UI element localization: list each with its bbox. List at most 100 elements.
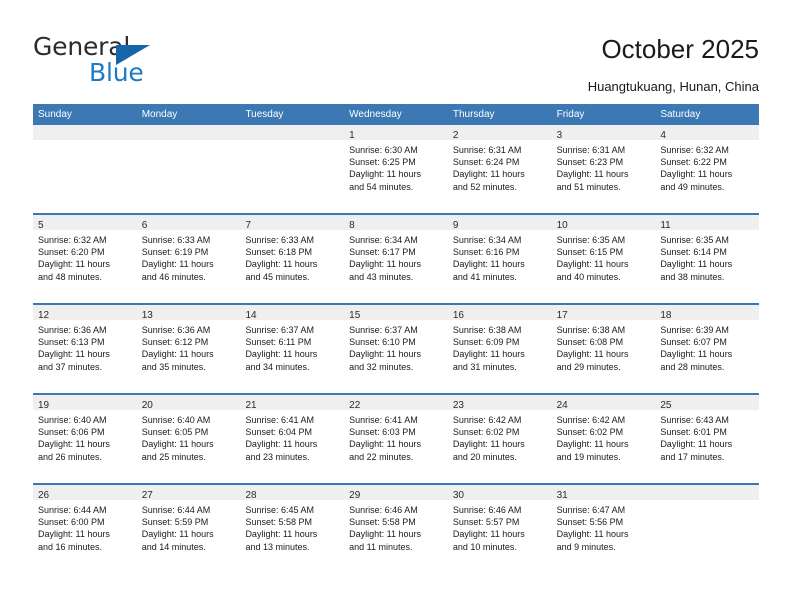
calendar-day-cell[interactable]: 24 Sunrise: 6:42 AM Sunset: 6:02 PM Dayligh…: [551, 395, 656, 483]
day-number-band: 19: [33, 395, 137, 411]
calendar-day-cell[interactable]: 12 Sunrise: 6:36 AM Sunset: 6:13 PM Dayligh…: [33, 305, 137, 393]
calendar-day-cell[interactable]: 28 Sunrise: 6:45 AM Sunset: 5:58 PM Dayligh…: [240, 485, 345, 573]
day-number: 15: [349, 310, 361, 321]
calendar-day-cell[interactable]: 11 Sunrise: 6:35 AM Sunset: 6:14 PM Dayligh…: [655, 215, 760, 303]
calendar-day-cell[interactable]: 20 Sunrise: 6:40 AM Sunset: 6:05 PM Dayligh…: [136, 395, 241, 483]
calendar-day-cell[interactable]: 18 Sunrise: 6:39 AM Sunset: 6:07 PM Dayligh…: [655, 305, 760, 393]
calendar-day-cell[interactable]: 16 Sunrise: 6:38 AM Sunset: 6:09 PM Dayligh…: [447, 305, 552, 393]
sunset-text: Sunset: 6:02 PM: [556, 427, 624, 438]
day-number-band: 23: [447, 395, 552, 411]
calendar-page: General Blue October 2025 Huangtukuang, …: [0, 0, 792, 612]
calendar-day-cell-empty: [33, 125, 137, 213]
day-number-band: [136, 125, 241, 140]
day-number: 18: [660, 310, 672, 321]
daylight-text-cont: and 49 minutes.: [660, 181, 725, 192]
sunrise-text: Sunrise: 6:33 AM: [141, 235, 211, 245]
calendar-day-cell[interactable]: 25 Sunrise: 6:43 AM Sunset: 6:01 PM Dayligh…: [655, 395, 760, 483]
day-number: 13: [141, 310, 153, 321]
calendar-day-cell[interactable]: 4 Sunrise: 6:32 AM Sunset: 6:22 PM Daylight…: [655, 125, 760, 213]
calendar-week-row: 5 Sunrise: 6:32 AM Sunset: 6:20 PM Daylight…: [33, 213, 760, 303]
calendar-day-cell[interactable]: 30 Sunrise: 6:46 AM Sunset: 5:57 PM Dayligh…: [447, 485, 552, 573]
day-number-band: 4: [655, 125, 760, 141]
calendar-day-cell[interactable]: 13 Sunrise: 6:36 AM Sunset: 6:12 PM Dayligh…: [136, 305, 241, 393]
daylight-text-cont: and 35 minutes.: [141, 361, 206, 372]
day-number: 29: [349, 490, 361, 501]
sunrise-text: Sunrise: 6:41 AM: [245, 415, 314, 425]
daylight-text-cont: and 32 minutes.: [349, 361, 414, 372]
sunrise-text: Sunrise: 6:46 AM: [452, 505, 522, 515]
calendar-day-cell[interactable]: 23 Sunrise: 6:42 AM Sunset: 6:02 PM Dayligh…: [447, 395, 552, 483]
calendar-day-cell[interactable]: 1 Sunrise: 6:30 AM Sunset: 6:25 PM Daylight…: [344, 125, 448, 213]
day-number-band: 31: [551, 485, 656, 501]
calendar-day-cell[interactable]: 21 Sunrise: 6:41 AM Sunset: 6:04 PM Dayligh…: [240, 395, 345, 483]
sunset-text: Sunset: 6:02 PM: [452, 427, 520, 438]
calendar-day-cell[interactable]: 26 Sunrise: 6:44 AM Sunset: 6:00 PM Dayligh…: [33, 485, 137, 573]
calendar-day-cell[interactable]: 3 Sunrise: 6:31 AM Sunset: 6:23 PM Daylight…: [551, 125, 656, 213]
calendar-day-cell[interactable]: 15 Sunrise: 6:37 AM Sunset: 6:10 PM Dayligh…: [344, 305, 448, 393]
sunrise-text: Sunrise: 6:37 AM: [245, 325, 314, 335]
calendar-day-cell[interactable]: 29 Sunrise: 6:46 AM Sunset: 5:58 PM Dayligh…: [344, 485, 448, 573]
calendar-day-cell[interactable]: 27 Sunrise: 6:44 AM Sunset: 5:59 PM Dayligh…: [136, 485, 241, 573]
sunset-text: Sunset: 5:58 PM: [245, 517, 312, 528]
day-number-band: 10: [551, 215, 656, 231]
calendar-week-cells: 19 Sunrise: 6:40 AM Sunset: 6:06 PM Dayligh…: [33, 395, 760, 483]
day-number-band: 8: [344, 215, 448, 231]
calendar-day-cell[interactable]: 31 Sunrise: 6:47 AM Sunset: 5:56 PM Dayligh…: [551, 485, 656, 573]
day-number: 20: [141, 400, 153, 411]
daylight-text-cont: and 29 minutes.: [556, 361, 621, 372]
general-blue-logo[interactable]: General Blue: [33, 34, 263, 90]
day-number-band: 9: [447, 215, 552, 231]
weekday-header-thursday: Thursday: [452, 109, 495, 120]
sunset-text: Sunset: 6:04 PM: [245, 427, 312, 438]
sunrise-text: Sunrise: 6:47 AM: [556, 505, 626, 515]
sunset-text: Sunset: 6:23 PM: [556, 157, 624, 168]
daylight-text: Daylight: 11 hours: [660, 169, 733, 180]
sunset-text: Sunset: 6:25 PM: [349, 157, 416, 168]
calendar-day-cell[interactable]: 7 Sunrise: 6:33 AM Sunset: 6:18 PM Daylight…: [240, 215, 345, 303]
sunrise-text: Sunrise: 6:31 AM: [556, 145, 626, 155]
daylight-text-cont: and 40 minutes.: [556, 271, 621, 282]
daylight-text-cont: and 23 minutes.: [245, 451, 310, 462]
daylight-text-cont: and 43 minutes.: [349, 271, 414, 282]
day-number: 10: [556, 220, 568, 231]
day-details: Sunrise: 6:40 AM Sunset: 6:06 PM Daylight:…: [33, 410, 137, 463]
day-details: Sunrise: 6:36 AM Sunset: 6:13 PM Daylight:…: [33, 320, 137, 373]
calendar-week-cells: 1 Sunrise: 6:30 AM Sunset: 6:25 PM Daylight…: [33, 125, 760, 213]
calendar-day-cell[interactable]: 2 Sunrise: 6:31 AM Sunset: 6:24 PM Daylight…: [447, 125, 552, 213]
sunset-text: Sunset: 6:19 PM: [141, 247, 209, 258]
calendar-day-cell[interactable]: 6 Sunrise: 6:33 AM Sunset: 6:19 PM Daylight…: [136, 215, 241, 303]
calendar-day-cell[interactable]: 10 Sunrise: 6:35 AM Sunset: 6:15 PM Dayligh…: [551, 215, 656, 303]
sunset-text: Sunset: 6:01 PM: [660, 427, 727, 438]
sunrise-text: Sunrise: 6:43 AM: [660, 415, 729, 425]
daylight-text: Daylight: 11 hours: [245, 349, 318, 360]
calendar-week-row: 12 Sunrise: 6:36 AM Sunset: 6:13 PM Dayligh…: [33, 303, 760, 393]
calendar-day-cell[interactable]: 19 Sunrise: 6:40 AM Sunset: 6:06 PM Dayligh…: [33, 395, 137, 483]
calendar-day-cell[interactable]: 14 Sunrise: 6:37 AM Sunset: 6:11 PM Dayligh…: [240, 305, 345, 393]
sunrise-text: Sunrise: 6:40 AM: [141, 415, 211, 425]
sunrise-text: Sunrise: 6:33 AM: [245, 235, 314, 245]
daylight-text-cont: and 31 minutes.: [452, 361, 517, 372]
sunrise-text: Sunrise: 6:40 AM: [38, 415, 107, 425]
day-number: 23: [452, 400, 464, 411]
daylight-text: Daylight: 11 hours: [38, 259, 110, 270]
calendar-week-cells: 26 Sunrise: 6:44 AM Sunset: 6:00 PM Dayligh…: [33, 485, 760, 573]
sunrise-text: Sunrise: 6:36 AM: [38, 325, 107, 335]
day-number-band: [240, 125, 345, 140]
daylight-text-cont: and 17 minutes.: [660, 451, 725, 462]
sunrise-text: Sunrise: 6:30 AM: [349, 145, 418, 155]
calendar-day-cell[interactable]: 17 Sunrise: 6:38 AM Sunset: 6:08 PM Dayligh…: [551, 305, 656, 393]
calendar-day-cell[interactable]: 22 Sunrise: 6:41 AM Sunset: 6:03 PM Dayligh…: [344, 395, 448, 483]
calendar-day-cell[interactable]: 5 Sunrise: 6:32 AM Sunset: 6:20 PM Daylight…: [33, 215, 137, 303]
sunrise-text: Sunrise: 6:35 AM: [556, 235, 626, 245]
sunset-text: Sunset: 6:24 PM: [452, 157, 520, 168]
sunset-text: Sunset: 6:15 PM: [556, 247, 624, 258]
logo-text-blue: Blue: [89, 58, 144, 87]
sunset-text: Sunset: 5:59 PM: [141, 517, 209, 528]
daylight-text: Daylight: 11 hours: [38, 349, 110, 360]
daylight-text: Daylight: 11 hours: [452, 259, 525, 270]
daylight-text: Daylight: 11 hours: [452, 169, 525, 180]
sunrise-text: Sunrise: 6:38 AM: [556, 325, 626, 335]
day-number: 6: [141, 220, 148, 231]
calendar-day-cell[interactable]: 9 Sunrise: 6:34 AM Sunset: 6:16 PM Daylight…: [447, 215, 552, 303]
calendar-day-cell[interactable]: 8 Sunrise: 6:34 AM Sunset: 6:17 PM Daylight…: [344, 215, 448, 303]
